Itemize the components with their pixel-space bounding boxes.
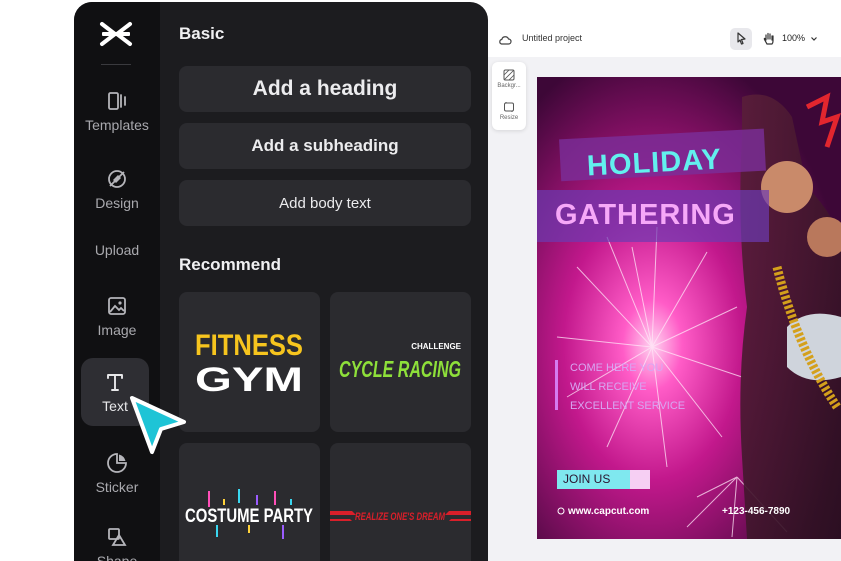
preset-text: FITNESS [195,329,303,362]
sidebar-item-upload[interactable]: Upload [74,219,160,281]
preset-text: GYM [195,361,303,399]
project-name[interactable]: Untitled project [522,33,582,43]
resize-label: Resize [499,115,519,121]
shape-icon [108,528,127,546]
text-preset-costume-party[interactable]: COSTUME PARTY [179,443,320,561]
hand-tool-button[interactable] [758,28,780,50]
add-heading-button[interactable]: Add a heading [179,66,471,112]
poster-cta[interactable]: JOIN US [557,470,650,489]
text-preset-realize-dream[interactable]: REALIZE ONE'S DREAM [330,443,471,561]
floating-toolbar: Backgr... Resize [492,62,526,130]
editor-toolbar: Untitled project 100% [488,24,841,56]
sidebar: Templates Design Upload Image Text Stick… [74,2,160,561]
wing-right-icon [445,511,471,521]
add-subheading-button[interactable]: Add a subheading [179,123,471,169]
poster-title-line1[interactable]: HOLIDAY [586,143,722,183]
sidebar-item-image[interactable]: Image [74,285,160,347]
text-icon [107,374,123,391]
screen: Templates Design Upload Image Text Stick… [0,0,841,561]
poster-body-text[interactable]: COME HERE YOU WILL RECEIVE EXCELLENT SER… [570,359,685,416]
poster-body-line: COME HERE YOU [570,362,664,374]
design-icon [108,170,126,188]
cloud-icon [499,36,512,45]
cursor-arrow-icon [130,396,186,454]
background-icon [503,69,515,81]
image-icon [108,297,126,315]
sidebar-item-label: Upload [94,242,140,258]
sidebar-item-label: Templates [85,117,149,133]
poster-body-line: EXCELLENT SERVICE [570,400,686,412]
sidebar-item-shape[interactable]: Shape [74,516,160,561]
recommend-section-title: Recommend [179,255,282,274]
text-preset-fitness-gym[interactable]: FITNESS GYM [179,292,320,432]
preset-text: CHALLENGE [411,342,461,351]
sidebar-item-templates[interactable]: Templates [74,80,160,142]
zoom-level[interactable]: 100% [782,33,805,43]
poster-body-line: WILL RECEIVE [570,381,647,393]
templates-icon [108,92,126,110]
sidebar-item-design[interactable]: Design [74,158,160,220]
sidebar-item-label: Image [97,322,137,338]
poster-canvas[interactable]: HOLIDAY GATHERING COME HERE YOU WILL REC… [537,77,841,539]
wing-left-icon [330,511,356,521]
sidebar-item-label: Design [95,195,139,211]
divider [101,64,131,65]
background-label: Backgr... [497,83,521,89]
resize-button[interactable]: Resize [492,98,526,128]
sidebar-item-label: Sticker [95,479,139,495]
text-preset-cycle-racing[interactable]: CHALLENGE CYCLE RACING [330,292,471,432]
pointer-icon [737,32,746,45]
background-button[interactable]: Backgr... [492,66,526,96]
poster-title-line2[interactable]: GATHERING [555,199,736,232]
text-panel-window: Templates Design Upload Image Text Stick… [74,2,488,561]
select-tool-button[interactable] [730,28,752,50]
poster-phone[interactable]: +123-456-7890 [722,506,790,517]
preset-text: REALIZE ONE'S DREAM [355,511,446,523]
sidebar-item-label: Shape [96,553,138,561]
basic-section-title: Basic [179,24,225,43]
poster-website[interactable]: www.capcut.com [568,506,649,517]
text-panel-content: Basic Add a heading Add a subheading Add… [160,2,488,561]
preset-text: CYCLE RACING [339,356,461,382]
add-body-text-button[interactable]: Add body text [179,180,471,226]
hand-icon [763,32,774,45]
resize-icon [504,102,514,112]
sidebar-item-label: Text [102,398,128,414]
capcut-logo-icon [100,22,132,46]
chevron-down-icon[interactable] [810,35,818,43]
preset-text: COSTUME PARTY [185,506,313,527]
